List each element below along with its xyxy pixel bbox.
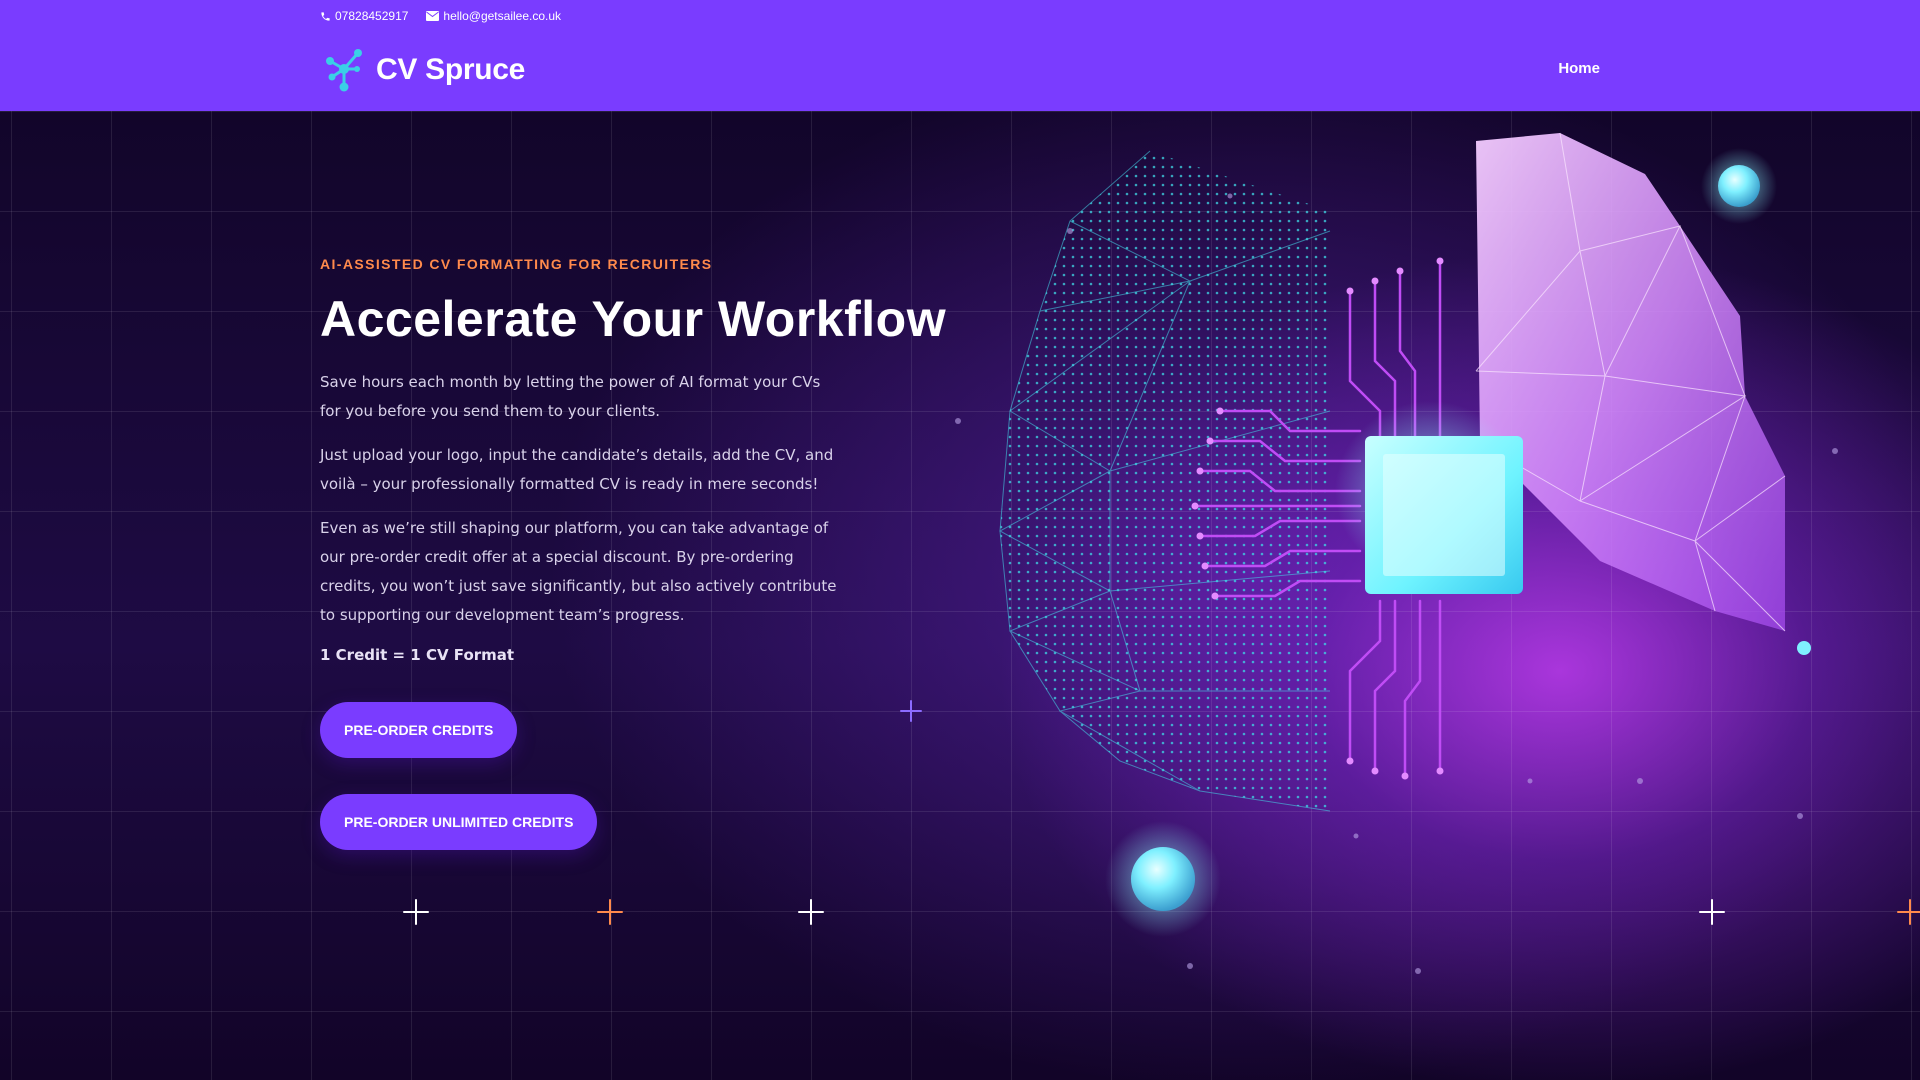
phone-icon <box>321 11 330 21</box>
site-header: 07828452917 hello@getsailee.co.uk CV Spr… <box>0 0 1920 111</box>
brand-logo[interactable]: CV Spruce <box>322 47 525 93</box>
brain-mesh <box>998 150 1331 812</box>
preorder-credits-button[interactable]: PRE-ORDER CREDITS <box>320 702 518 758</box>
hero-paragraph-3: Even as we’re still shaping our platform… <box>320 519 837 624</box>
preorder-unlimited-button[interactable]: PRE-ORDER UNLIMITED CREDITS <box>320 794 598 850</box>
molecule-logo-icon <box>326 49 362 92</box>
email-address: hello@getsailee.co.uk <box>443 9 562 23</box>
brand-name: CV Spruce <box>376 53 526 86</box>
top-contact-bar: 07828452917 hello@getsailee.co.uk <box>320 8 561 24</box>
phone-number: 07828452917 <box>335 9 409 23</box>
hero-paragraph-1: Save hours each month by letting the pow… <box>320 373 821 420</box>
credit-note: 1 Credit = 1 CV Format <box>320 646 515 664</box>
phone-link[interactable]: 07828452917 <box>320 9 408 23</box>
main-nav: Home <box>1558 60 1600 78</box>
ai-chip <box>1335 401 1525 594</box>
hero-content: AI-ASSISTED CV FORMATTING FOR RECRUITERS… <box>320 256 947 850</box>
email-icon <box>426 11 440 21</box>
hero-title: Accelerate Your Workflow <box>320 291 947 347</box>
email-link[interactable]: hello@getsailee.co.uk <box>426 9 561 23</box>
hero-paragraph-2: Just upload your logo, input the candida… <box>320 446 834 493</box>
nav-item-home[interactable]: Home <box>1558 60 1600 77</box>
hero-section: AI-ASSISTED CV FORMATTING FOR RECRUITERS… <box>0 111 1920 1080</box>
hero-eyebrow: AI-ASSISTED CV FORMATTING FOR RECRUITERS <box>320 256 713 272</box>
ai-brain-chip-illustration <box>403 132 1920 974</box>
